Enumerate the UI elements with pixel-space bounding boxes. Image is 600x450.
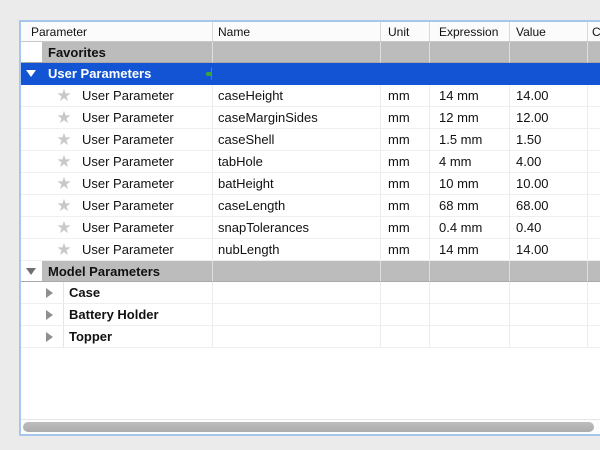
param-name[interactable]: tabHole	[212, 151, 380, 173]
param-name[interactable]: caseShell	[212, 129, 380, 151]
param-comment[interactable]	[587, 151, 600, 173]
param-comment[interactable]	[587, 195, 600, 217]
param-value: 4.00	[509, 151, 587, 173]
parameter-type-label: User Parameter	[82, 132, 174, 147]
group-label: Topper	[69, 329, 112, 344]
tree-indent-line	[63, 304, 64, 325]
horizontal-scrollbar[interactable]	[21, 419, 600, 434]
table-row[interactable]: ★ User Parameter caseHeight mm 14 mm 14.…	[21, 85, 600, 107]
tree-indent-line	[63, 326, 64, 347]
param-unit[interactable]: mm	[380, 173, 429, 195]
section-label: Favorites	[48, 45, 106, 60]
param-unit[interactable]: mm	[380, 217, 429, 239]
param-value: 14.00	[509, 85, 587, 107]
param-value: 12.00	[509, 107, 587, 129]
table-row[interactable]: ★ User Parameter caseMarginSides mm 12 m…	[21, 107, 600, 129]
table-header: Parameter Name Unit Expression Value C	[21, 22, 600, 42]
table-row[interactable]: ★ User Parameter batHeight mm 10 mm 10.0…	[21, 173, 600, 195]
param-value: 0.40	[509, 217, 587, 239]
favorite-star-icon[interactable]: ★	[54, 174, 74, 194]
param-value: 10.00	[509, 173, 587, 195]
favorite-star-icon[interactable]: ★	[54, 130, 74, 150]
group-label: Case	[69, 285, 100, 300]
param-name[interactable]: caseLength	[212, 195, 380, 217]
column-header-name[interactable]: Name	[212, 22, 380, 41]
favorite-star-icon[interactable]: ★	[54, 196, 74, 216]
param-expression[interactable]: 4 mm	[429, 151, 509, 173]
parameter-type-label: User Parameter	[82, 110, 174, 125]
parameter-type-label: User Parameter	[82, 154, 174, 169]
param-name[interactable]: caseHeight	[212, 85, 380, 107]
table-row[interactable]: ★ User Parameter nubLength mm 14 mm 14.0…	[21, 239, 600, 261]
param-name[interactable]: batHeight	[212, 173, 380, 195]
favorite-star-icon[interactable]: ★	[54, 86, 74, 106]
param-unit[interactable]: mm	[380, 239, 429, 261]
section-label: User Parameters	[48, 66, 151, 81]
group-row-topper[interactable]: Topper	[21, 326, 600, 348]
parameter-type-label: User Parameter	[82, 198, 174, 213]
section-row-model-parameters[interactable]: Model Parameters	[21, 261, 600, 282]
column-header-value[interactable]: Value	[509, 22, 587, 41]
chevron-down-icon[interactable]	[26, 70, 36, 77]
param-unit[interactable]: mm	[380, 85, 429, 107]
param-comment[interactable]	[587, 217, 600, 239]
scrollbar-thumb[interactable]	[23, 422, 594, 432]
group-label: Battery Holder	[69, 307, 159, 322]
param-expression[interactable]: 1.5 mm	[429, 129, 509, 151]
param-expression[interactable]: 14 mm	[429, 239, 509, 261]
parameter-type-label: User Parameter	[82, 176, 174, 191]
group-row-case[interactable]: Case	[21, 282, 600, 304]
column-header-comments[interactable]: C	[587, 22, 600, 41]
param-value: 68.00	[509, 195, 587, 217]
chevron-right-icon[interactable]	[46, 332, 53, 342]
parameter-type-label: User Parameter	[82, 242, 174, 257]
group-row-battery-holder[interactable]: Battery Holder	[21, 304, 600, 326]
param-unit[interactable]: mm	[380, 129, 429, 151]
chevron-right-icon[interactable]	[46, 310, 53, 320]
param-comment[interactable]	[587, 85, 600, 107]
chevron-right-icon[interactable]	[46, 288, 53, 298]
section-row-favorites[interactable]: Favorites	[21, 42, 600, 63]
param-comment[interactable]	[587, 107, 600, 129]
tree-indent-line	[63, 282, 64, 303]
column-header-unit[interactable]: Unit	[380, 22, 429, 41]
param-expression[interactable]: 0.4 mm	[429, 217, 509, 239]
param-expression[interactable]: 12 mm	[429, 107, 509, 129]
param-comment[interactable]	[587, 239, 600, 261]
param-name[interactable]: nubLength	[212, 239, 380, 261]
param-value: 14.00	[509, 239, 587, 261]
param-expression[interactable]: 68 mm	[429, 195, 509, 217]
param-comment[interactable]	[587, 173, 600, 195]
section-label: Model Parameters	[48, 264, 160, 279]
column-header-parameter[interactable]: Parameter	[21, 22, 212, 41]
add-parameter-button[interactable]	[206, 67, 212, 80]
section-row-user-parameters[interactable]: User Parameters	[21, 63, 600, 85]
favorite-star-icon[interactable]: ★	[54, 108, 74, 128]
table-row[interactable]: ★ User Parameter tabHole mm 4 mm 4.00	[21, 151, 600, 173]
param-expression[interactable]: 10 mm	[429, 173, 509, 195]
parameter-type-label: User Parameter	[82, 88, 174, 103]
parameters-table: Parameter Name Unit Expression Value C F…	[19, 20, 600, 436]
param-value: 1.50	[509, 129, 587, 151]
favorite-star-icon[interactable]: ★	[54, 218, 74, 238]
favorite-star-icon[interactable]: ★	[54, 240, 74, 260]
param-unit[interactable]: mm	[380, 107, 429, 129]
table-row[interactable]: ★ User Parameter caseShell mm 1.5 mm 1.5…	[21, 129, 600, 151]
parameter-type-label: User Parameter	[82, 220, 174, 235]
param-unit[interactable]: mm	[380, 195, 429, 217]
param-name[interactable]: snapTolerances	[212, 217, 380, 239]
table-row[interactable]: ★ User Parameter snapTolerances mm 0.4 m…	[21, 217, 600, 239]
param-expression[interactable]: 14 mm	[429, 85, 509, 107]
param-unit[interactable]: mm	[380, 151, 429, 173]
table-row[interactable]: ★ User Parameter caseLength mm 68 mm 68.…	[21, 195, 600, 217]
chevron-down-icon[interactable]	[26, 268, 36, 275]
favorite-star-icon[interactable]: ★	[54, 152, 74, 172]
param-name[interactable]: caseMarginSides	[212, 107, 380, 129]
param-comment[interactable]	[587, 129, 600, 151]
column-header-expression[interactable]: Expression	[429, 22, 509, 41]
